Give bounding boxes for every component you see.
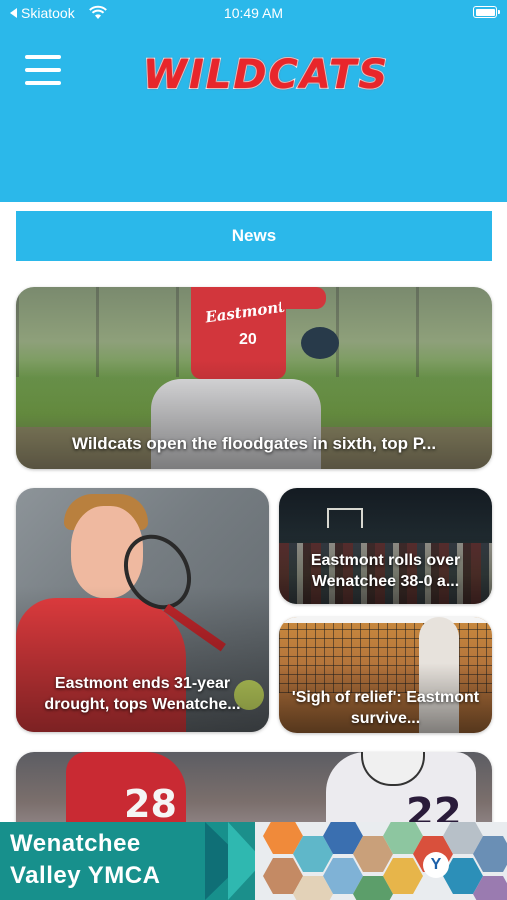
- jersey-number-text: 20: [239, 331, 257, 348]
- news-card-featured[interactable]: Eastmont 20 Wildcats open the floodgates…: [16, 287, 492, 469]
- photo-number-red: 28: [124, 782, 177, 826]
- news-card-title: Eastmont rolls over Wenatchee 38-0 a...: [310, 552, 461, 590]
- section-title-bar: News: [16, 211, 492, 261]
- logo-text: WILDCATS: [142, 51, 390, 99]
- news-card[interactable]: Eastmont ends 31-year drought, tops Wena…: [16, 488, 269, 732]
- ad-line-1: Wenatchee: [10, 830, 141, 857]
- news-card-title: Wildcats open the floodgates in sixth, t…: [71, 434, 437, 453]
- baseball-glove: [301, 327, 339, 359]
- section-title: News: [231, 226, 277, 245]
- app-logo: WILDCATS: [128, 50, 404, 100]
- app-header: Skiatook 10:49 AM WILDCATS: [0, 0, 507, 202]
- news-card[interactable]: Eastmont rolls over Wenatchee 38-0 a...: [279, 488, 492, 604]
- ymca-logo-icon: Y: [423, 852, 449, 878]
- news-card[interactable]: 'Sigh of relief': Eastmont survive...: [279, 617, 492, 733]
- ad-banner[interactable]: Wenatchee Valley YMCA Y: [0, 822, 507, 900]
- ad-line-2: Valley YMCA: [10, 862, 161, 889]
- news-card-title: 'Sigh of relief': Eastmont survive...: [291, 689, 480, 727]
- status-time: 10:49 AM: [223, 5, 284, 21]
- hamburger-menu-icon[interactable]: [25, 55, 61, 85]
- news-card-title: Eastmont ends 31-year drought, tops Wena…: [44, 675, 241, 713]
- goalpost: [327, 508, 363, 528]
- jersey-brand-text: Eastmont: [204, 297, 287, 327]
- status-bar: Skiatook 10:49 AM: [0, 0, 507, 28]
- battery-icon: [473, 6, 500, 18]
- ad-text: Wenatchee Valley YMCA: [10, 828, 160, 892]
- ad-photo-collage: [255, 822, 507, 900]
